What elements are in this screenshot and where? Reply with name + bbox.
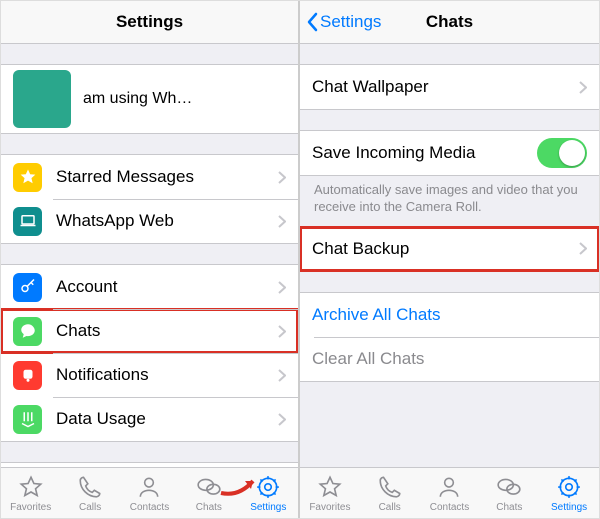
tab-contacts[interactable]: Contacts — [420, 474, 480, 513]
settings-row-account[interactable]: Account — [1, 265, 298, 309]
tab-label: Chats — [196, 502, 222, 513]
settings-row-about-and-help[interactable]: About and Help — [1, 463, 298, 467]
clear-all-chats-row[interactable]: Clear All Chats — [300, 337, 599, 381]
chevron-left-icon — [306, 12, 318, 32]
tab-favorites[interactable]: Favorites — [1, 474, 60, 513]
chevron-right-icon — [579, 242, 587, 255]
page-title: Settings — [116, 12, 183, 32]
page-title: Chats — [426, 12, 473, 32]
avatar — [13, 70, 71, 128]
tab-contacts[interactable]: Contacts — [120, 474, 179, 513]
chevron-right-icon — [278, 325, 286, 338]
tab-label: Calls — [379, 502, 401, 513]
settings-group-2: Account Chats Notifications Data Usage — [1, 264, 298, 442]
profile-status: am using Wh… — [83, 90, 192, 108]
chat-wallpaper-label: Chat Wallpaper — [312, 77, 579, 97]
chevron-right-icon — [278, 413, 286, 426]
navbar: Settings Chats — [300, 1, 599, 44]
key-icon — [13, 273, 42, 302]
settings-row-starred-messages[interactable]: Starred Messages — [1, 155, 298, 199]
row-label: WhatsApp Web — [56, 211, 278, 231]
chats-settings-screen: Settings Chats Chat Wallpaper Save Incom… — [300, 1, 599, 518]
chevron-right-icon — [278, 215, 286, 228]
chats-content: Chat Wallpaper Save Incoming Media Autom… — [300, 44, 599, 467]
archive-label: Archive All Chats — [312, 305, 587, 325]
tab-label: Settings — [551, 502, 587, 513]
back-button[interactable]: Settings — [306, 12, 381, 32]
tab-label: Calls — [79, 502, 101, 513]
back-label: Settings — [320, 12, 381, 32]
chevron-right-icon — [278, 171, 286, 184]
settings-row-chats[interactable]: Chats — [1, 309, 298, 353]
save-media-toggle[interactable] — [537, 138, 587, 168]
tab-settings[interactable]: Settings — [539, 474, 599, 513]
settings-content: am using Wh… Starred Messages WhatsApp We… — [1, 44, 298, 467]
tab-label: Favorites — [309, 502, 350, 513]
chevron-right-icon — [278, 281, 286, 294]
tabbar: Favorites Calls Contacts Chats Settings — [1, 467, 298, 518]
chat-wallpaper-row[interactable]: Chat Wallpaper — [300, 65, 599, 109]
settings-group-1: Starred Messages WhatsApp Web — [1, 154, 298, 244]
tab-calls[interactable]: Calls — [360, 474, 420, 513]
row-label: Chats — [56, 321, 278, 341]
clear-label: Clear All Chats — [312, 349, 587, 369]
tab-chats[interactable]: Chats — [479, 474, 539, 513]
archive-all-chats-row[interactable]: Archive All Chats — [300, 293, 599, 337]
row-label: Account — [56, 277, 278, 297]
save-incoming-media-row: Save Incoming Media — [300, 131, 599, 175]
row-label: Starred Messages — [56, 167, 278, 187]
settings-row-notifications[interactable]: Notifications — [1, 353, 298, 397]
settings-row-whatsapp-web[interactable]: WhatsApp Web — [1, 199, 298, 243]
save-media-note: Automatically save images and video that… — [300, 176, 599, 226]
chevron-right-icon — [579, 81, 587, 94]
chat-backup-row[interactable]: Chat Backup — [300, 227, 599, 271]
tab-label: Contacts — [130, 502, 169, 513]
data-icon — [13, 405, 42, 434]
tab-label: Favorites — [10, 502, 51, 513]
tab-calls[interactable]: Calls — [60, 474, 119, 513]
tab-chats[interactable]: Chats — [179, 474, 238, 513]
bell-icon — [13, 361, 42, 390]
tab-label: Chats — [496, 502, 522, 513]
settings-screen: Settings am using Wh… Starred Messages Wh… — [1, 1, 300, 518]
chat-icon — [13, 317, 42, 346]
laptop-icon — [13, 207, 42, 236]
row-label: Notifications — [56, 365, 278, 385]
tab-favorites[interactable]: Favorites — [300, 474, 360, 513]
profile-row[interactable]: am using Wh… — [1, 65, 298, 133]
settings-group-3: About and Help — [1, 462, 298, 467]
settings-row-data-usage[interactable]: Data Usage — [1, 397, 298, 441]
tab-label: Contacts — [430, 502, 469, 513]
tab-settings[interactable]: Settings — [239, 474, 298, 513]
navbar: Settings — [1, 1, 298, 44]
save-media-label: Save Incoming Media — [312, 143, 537, 163]
chevron-right-icon — [278, 369, 286, 382]
star-icon — [13, 163, 42, 192]
row-label: Data Usage — [56, 409, 278, 429]
tabbar: Favorites Calls Contacts Chats Settings — [300, 467, 599, 518]
chat-backup-label: Chat Backup — [312, 239, 579, 259]
tab-label: Settings — [250, 502, 286, 513]
